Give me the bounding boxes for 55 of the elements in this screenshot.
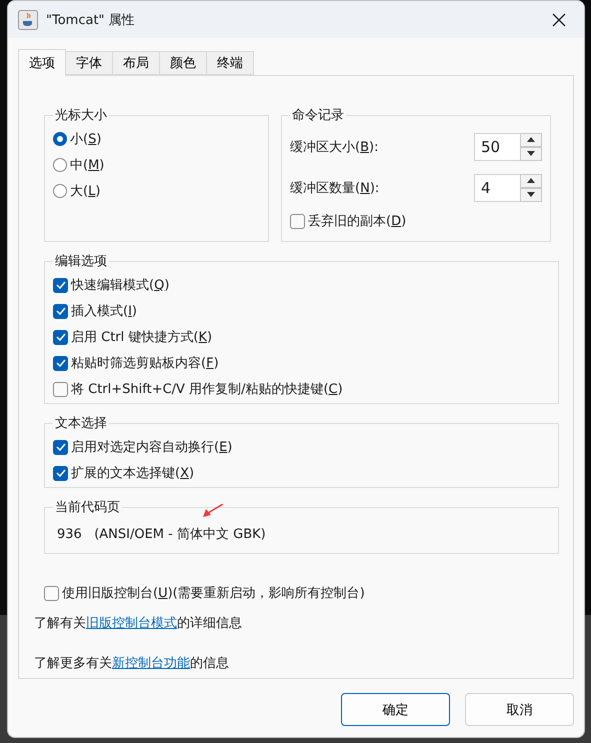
- option-label: 缓冲区大小(B):: [290, 138, 378, 156]
- tab[interactable]: 颜色: [159, 51, 207, 75]
- tab[interactable]: 终端: [206, 51, 254, 75]
- option-label: 使用旧版控制台(U)(需要重新启动，影响所有控制台): [62, 585, 365, 602]
- checkbox[interactable]: [53, 382, 68, 396]
- checkbox[interactable]: [53, 278, 68, 292]
- radio-button[interactable]: [53, 158, 67, 172]
- tab[interactable]: 布局: [112, 51, 160, 75]
- checkbox[interactable]: [53, 304, 68, 318]
- group-title: 光标大小: [54, 107, 108, 124]
- checkmark-icon: [56, 469, 66, 477]
- checkbox[interactable]: [53, 356, 68, 370]
- checkmark-icon: [56, 307, 66, 315]
- checkmark-icon: [56, 359, 66, 367]
- radio-button[interactable]: [53, 132, 67, 146]
- checkbox[interactable]: [53, 330, 68, 344]
- option-label: 快速编辑模式(Q): [71, 277, 170, 294]
- close-icon: [552, 12, 566, 26]
- option-label: 中(M): [70, 157, 104, 174]
- checkmark-icon: [56, 443, 66, 451]
- option-label: 扩展的文本选择键(X): [71, 465, 194, 482]
- tab[interactable]: 字体: [65, 51, 113, 75]
- group-title: 编辑选项: [54, 253, 108, 270]
- dialog-button[interactable]: 取消: [465, 693, 574, 726]
- checkbox[interactable]: [53, 440, 68, 454]
- option-label: 大(L): [70, 183, 100, 200]
- checkbox[interactable]: [53, 466, 68, 480]
- option-label: 粘贴时筛选剪贴板内容(F): [71, 355, 219, 372]
- link[interactable]: 旧版控制台模式: [86, 616, 177, 631]
- option-label: 启用 Ctrl 键快捷方式(K): [71, 329, 212, 346]
- checkmark-icon: [56, 281, 66, 289]
- info-text: 了解更多有关新控制台功能的信息: [34, 655, 230, 672]
- option-label: 启用对选定内容自动换行(E): [71, 439, 232, 456]
- annotation-arrow: [202, 504, 224, 518]
- group-title: 命令记录: [291, 107, 345, 124]
- option-label: 小(S): [70, 131, 102, 148]
- checkbox[interactable]: [44, 586, 59, 600]
- number-input[interactable]: 50: [474, 132, 520, 160]
- code-page-text: 936 (ANSI/OEM - 简体中文 GBK): [56, 526, 267, 543]
- group-title: 文本选择: [54, 415, 108, 432]
- group-title: 当前代码页: [54, 499, 121, 516]
- radio-button[interactable]: [53, 184, 67, 198]
- option-label: 缓冲区数量(N):: [290, 180, 380, 196]
- info-text: 了解有关旧版控制台模式的详细信息: [34, 615, 243, 632]
- coffee-cup-icon: [18, 10, 38, 30]
- option-label: 插入模式(I): [71, 303, 137, 320]
- window-title: "Tomcat" 属性: [46, 12, 136, 28]
- checkmark-icon: [56, 333, 66, 341]
- link[interactable]: 新控制台功能: [112, 656, 190, 671]
- number-input[interactable]: 4: [474, 174, 520, 202]
- option-label: 将 Ctrl+Shift+C/V 用作复制/粘贴的快捷键(C): [71, 381, 343, 398]
- tab[interactable]: 选项: [18, 49, 66, 76]
- option-label: 丢弃旧的副本(D): [308, 213, 406, 230]
- dialog-button[interactable]: 确定: [341, 693, 450, 726]
- checkbox[interactable]: [290, 214, 305, 228]
